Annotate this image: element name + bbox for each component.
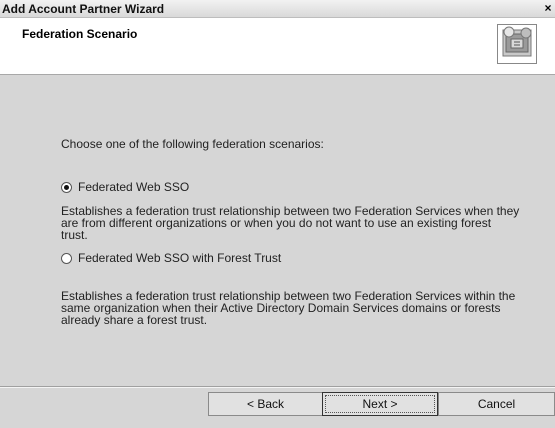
close-button[interactable]: × <box>541 1 555 16</box>
page-title: Federation Scenario <box>22 27 138 41</box>
next-button[interactable]: Next > <box>322 392 438 416</box>
option-description-line: trust. <box>61 228 88 242</box>
window-title: Add Account Partner Wizard <box>2 2 165 16</box>
title-bar: Add Account Partner Wizard × <box>0 0 555 18</box>
option-description-line: are from different organizations or when… <box>61 216 492 230</box>
radio-federated-web-sso-forest-trust[interactable] <box>61 253 72 264</box>
radio-federated-web-sso[interactable] <box>61 182 72 193</box>
wizard-window: Add Account Partner Wizard × Federation … <box>0 0 555 428</box>
radio-selected-dot <box>64 185 69 190</box>
wizard-icon <box>497 24 537 64</box>
cancel-button[interactable]: Cancel <box>438 392 555 416</box>
option-label-federated-web-sso[interactable]: Federated Web SSO <box>78 181 189 194</box>
option-description-line: already share a forest trust. <box>61 313 208 327</box>
wizard-header: Federation Scenario <box>0 18 555 75</box>
option-label-forest-trust[interactable]: Federated Web SSO with Forest Trust <box>78 252 281 265</box>
back-button[interactable]: < Back <box>208 392 323 416</box>
footer-separator <box>0 386 555 388</box>
scenario-prompt: Choose one of the following federation s… <box>61 137 324 151</box>
